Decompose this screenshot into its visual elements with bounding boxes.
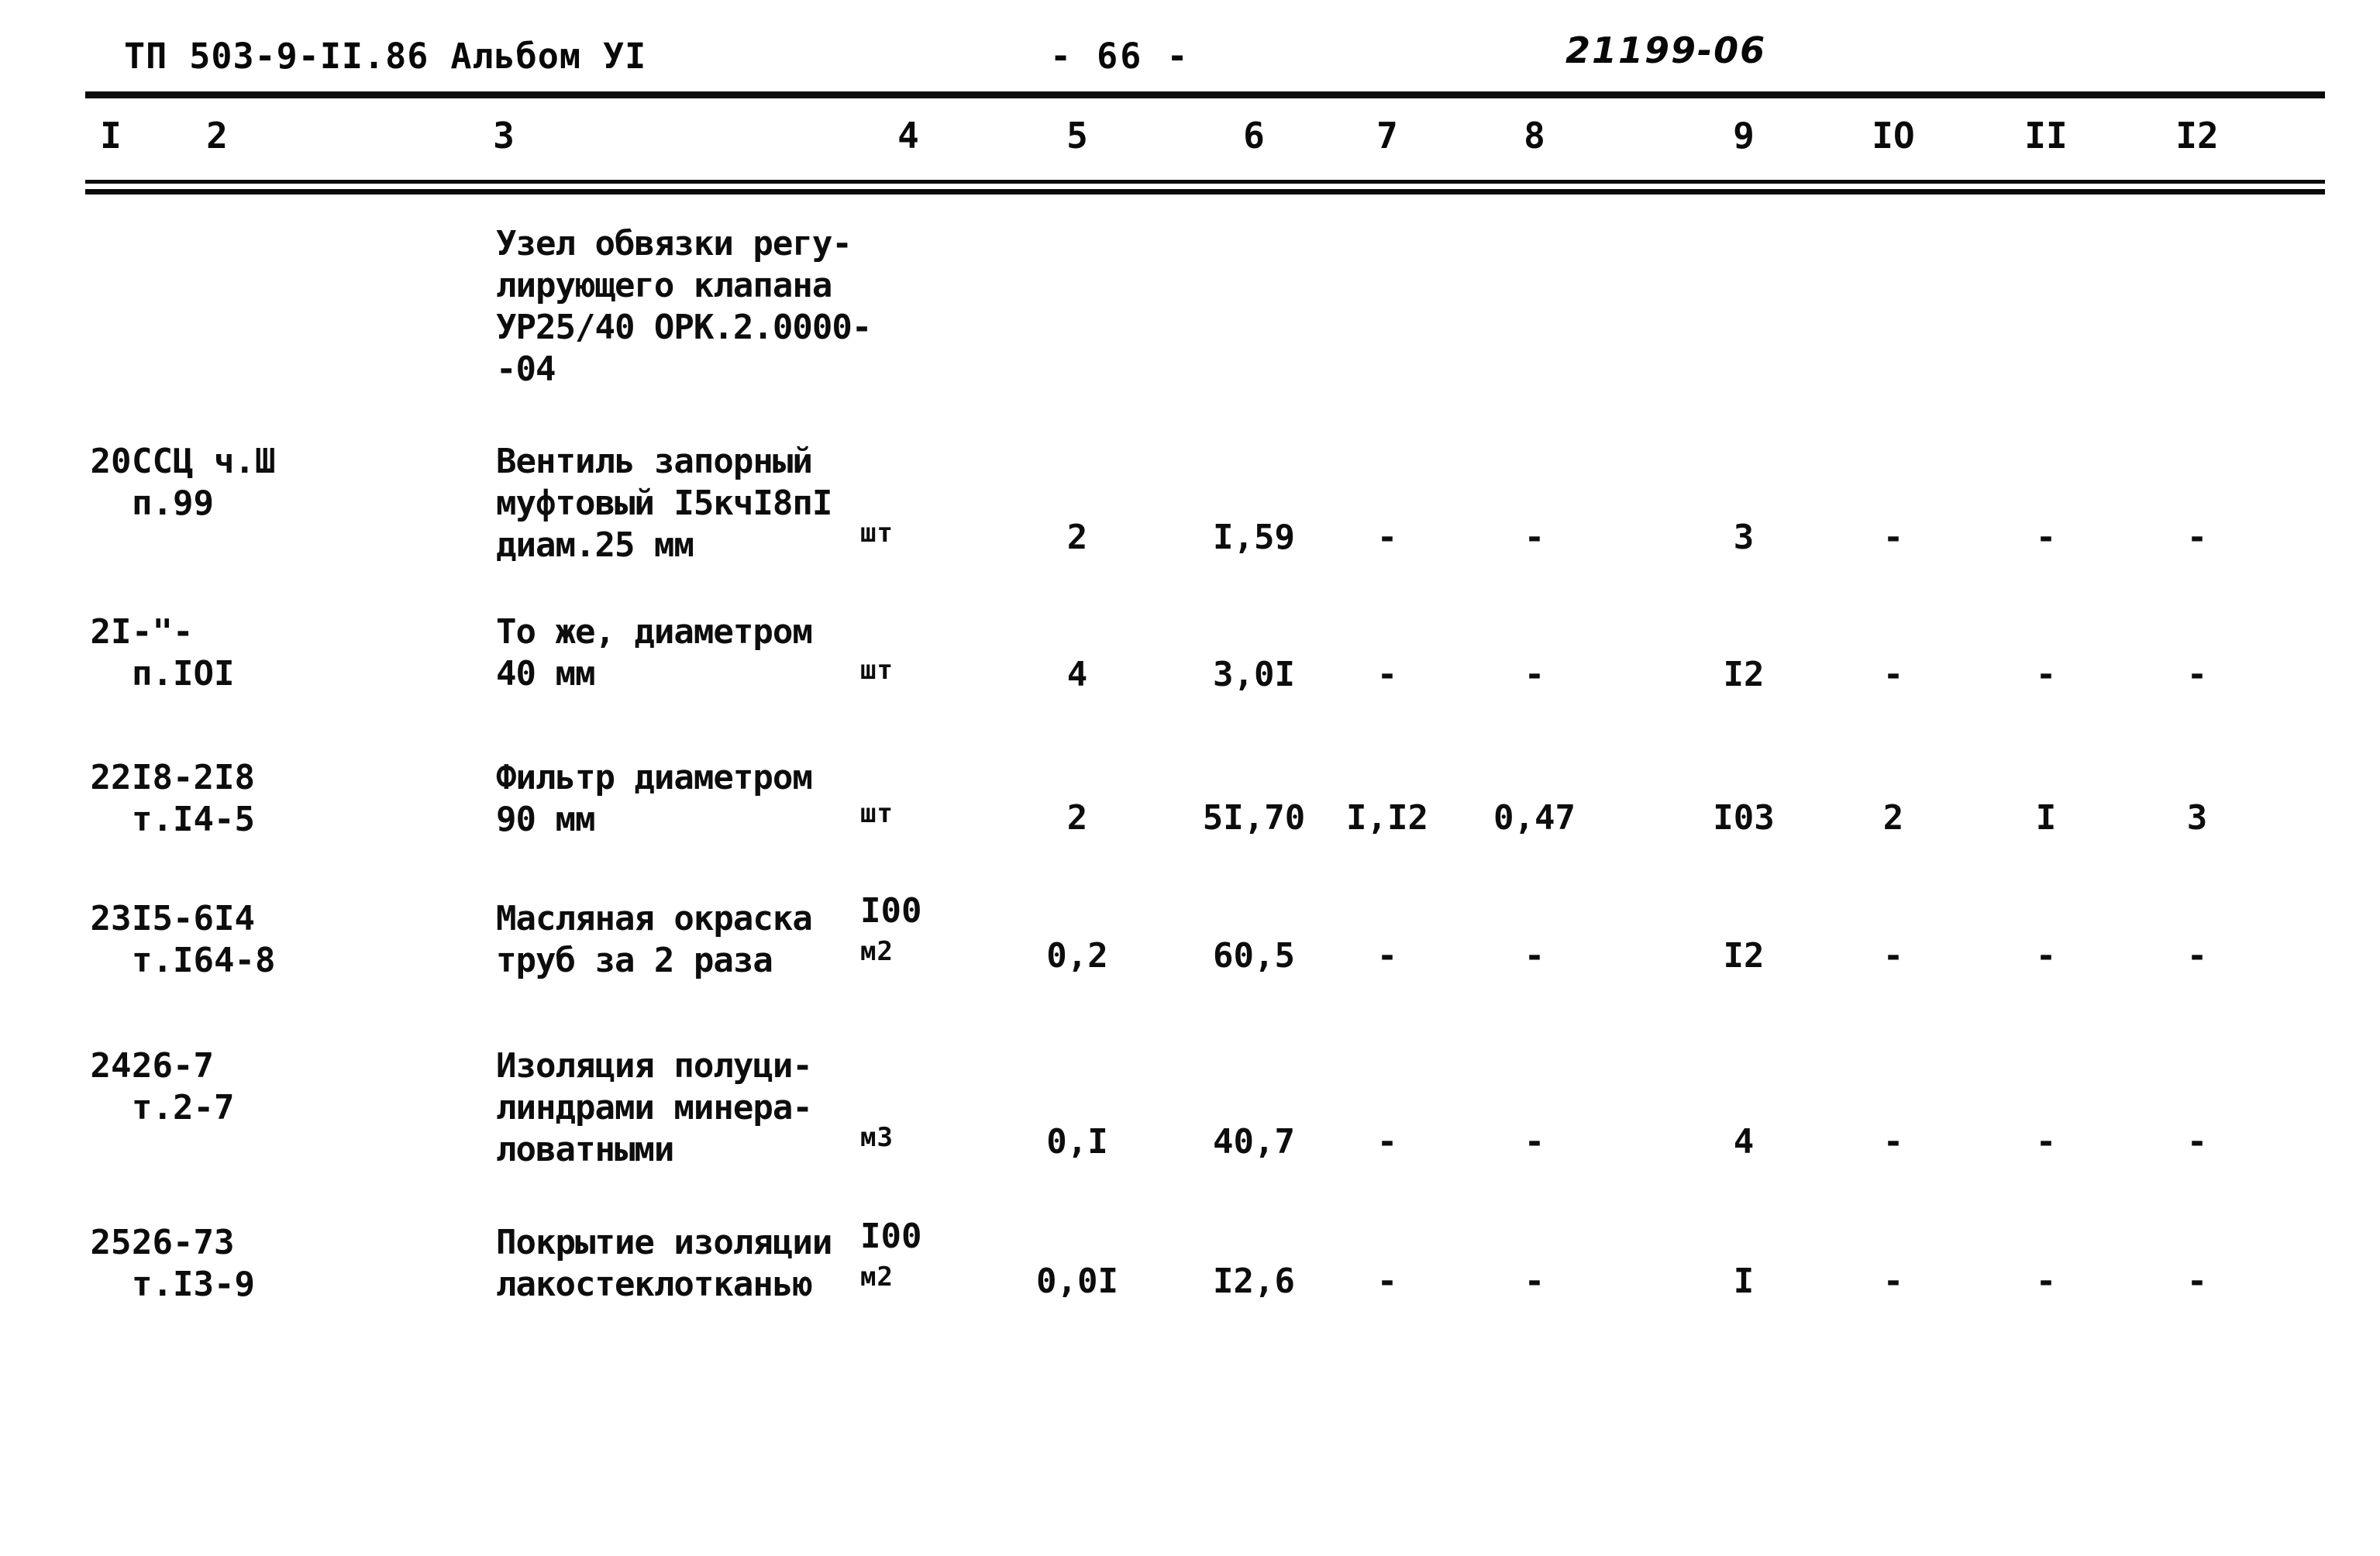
row-value-col7: -: [1376, 1122, 1398, 1162]
row-value-col9: I03: [1713, 798, 1775, 838]
row-value-col10: -: [1882, 518, 1904, 557]
row-value-col6: I2,6: [1213, 1262, 1295, 1301]
row-value-col8: 0,47: [1493, 798, 1576, 838]
row-name-line1: Фильтр диаметром: [496, 758, 813, 797]
row-number: 25: [90, 1223, 132, 1262]
row-value-col8: -: [1524, 1262, 1545, 1301]
row-unit: шт: [860, 655, 894, 686]
row-name-line2: муфтовый I5кчI8пI: [496, 484, 832, 523]
row-value-col10: 2: [1882, 798, 1904, 838]
row-value-col6: 3,0I: [1213, 655, 1295, 694]
row-value-col5: 0,2: [1046, 936, 1108, 976]
row-value-col9: 4: [1733, 1122, 1755, 1162]
row-value-col10: -: [1882, 1262, 1904, 1301]
row-value-col7: -: [1376, 1262, 1398, 1301]
row-name-line2: труб за 2 раза: [496, 941, 773, 980]
row-reference-line1: -"-: [132, 612, 194, 652]
row-value-col8: -: [1524, 1122, 1545, 1162]
row-unit-multiplier: I00: [860, 891, 922, 931]
row-value-col12: -: [2186, 936, 2208, 976]
row-reference-line2: т.I3-9: [132, 1265, 255, 1304]
row-value-col6: 40,7: [1213, 1122, 1295, 1162]
row-number: 22: [90, 758, 132, 797]
table-body: Узел обвязки регу- лирующего клапана УР2…: [0, 0, 2380, 1556]
row-value-col6: 60,5: [1213, 936, 1295, 976]
row-value-col5: 2: [1066, 798, 1088, 838]
row-value-col11: -: [2035, 655, 2057, 694]
row-reference-line1: I8-2I8: [132, 758, 255, 797]
document-page: ТП 503-9-II.86 Альбом УI - 66 - 21199-06…: [0, 0, 2380, 1556]
row-value-col8: -: [1524, 518, 1545, 557]
row-value-col6: 5I,70: [1202, 798, 1306, 838]
row-name-line3: ловатными: [496, 1130, 674, 1169]
row-value-col11: -: [2035, 1122, 2057, 1162]
row-number: 20: [90, 442, 132, 481]
row-value-col12: -: [2186, 655, 2208, 694]
row-reference-line2: т.I64-8: [132, 941, 276, 980]
row-number: 23: [90, 899, 132, 938]
row-value-col7: -: [1376, 518, 1398, 557]
row-reference-line1: ССЦ ч.Ш: [132, 442, 276, 481]
row-unit: шт: [860, 798, 894, 829]
row-value-col9: 3: [1733, 518, 1755, 557]
row-value-col9: I: [1733, 1262, 1755, 1301]
row-reference-line1: 26-73: [132, 1223, 235, 1262]
row-name-line2: лакостеклотканью: [496, 1265, 813, 1304]
row-value-col5: 4: [1066, 655, 1088, 694]
row-reference-line2: п.IOI: [132, 654, 235, 694]
row-unit: м2: [860, 936, 894, 967]
row-value-col11: -: [2035, 1262, 2057, 1301]
row-name-line1: То же, диаметром: [496, 612, 813, 652]
row-reference-line2: п.99: [132, 484, 214, 523]
assembly-description-block: Узел обвязки регу- лирующего клапана УР2…: [496, 224, 872, 389]
row-number: 2I: [90, 612, 132, 652]
row-name-line1: Вентиль запорный: [496, 442, 813, 481]
row-value-col6: I,59: [1213, 518, 1295, 557]
row-value-col8: -: [1524, 655, 1545, 694]
row-unit: м3: [860, 1122, 894, 1153]
row-value-col7: -: [1376, 936, 1398, 976]
row-number: 24: [90, 1046, 132, 1086]
row-value-col11: -: [2035, 936, 2057, 976]
row-reference-line1: I5-6I4: [132, 899, 255, 938]
row-value-col8: -: [1524, 936, 1545, 976]
row-value-col9: I2: [1723, 655, 1765, 694]
row-name-line2: линдрами минера-: [496, 1088, 813, 1127]
row-unit: шт: [860, 518, 894, 549]
row-unit-multiplier: I00: [860, 1217, 922, 1256]
row-value-col7: -: [1376, 655, 1398, 694]
row-value-col7: I,I2: [1346, 798, 1428, 838]
row-value-col5: 0,I: [1046, 1122, 1108, 1162]
row-value-col5: 2: [1066, 518, 1088, 557]
row-value-col11: I: [2035, 798, 2057, 838]
row-name-line2: 40 мм: [496, 654, 595, 694]
row-value-col9: I2: [1723, 936, 1765, 976]
row-value-col12: -: [2186, 1262, 2208, 1301]
row-name-line3: диам.25 мм: [496, 525, 694, 565]
row-value-col10: -: [1882, 1122, 1904, 1162]
row-value-col11: -: [2035, 518, 2057, 557]
row-value-col5: 0,0I: [1036, 1262, 1118, 1301]
row-value-col12: -: [2186, 1122, 2208, 1162]
row-reference-line2: т.2-7: [132, 1088, 235, 1127]
row-name-line1: Покрытие изоляции: [496, 1223, 832, 1262]
row-value-col12: 3: [2186, 798, 2208, 838]
row-value-col10: -: [1882, 655, 1904, 694]
row-unit: м2: [860, 1262, 894, 1293]
row-name-line1: Изоляция полуци-: [496, 1046, 813, 1086]
row-name-line1: Масляная окраска: [496, 899, 813, 938]
row-reference-line2: т.I4-5: [132, 800, 255, 839]
row-value-col10: -: [1882, 936, 1904, 976]
row-reference-line1: 26-7: [132, 1046, 214, 1086]
row-value-col12: -: [2186, 518, 2208, 557]
row-name-line2: 90 мм: [496, 800, 595, 839]
